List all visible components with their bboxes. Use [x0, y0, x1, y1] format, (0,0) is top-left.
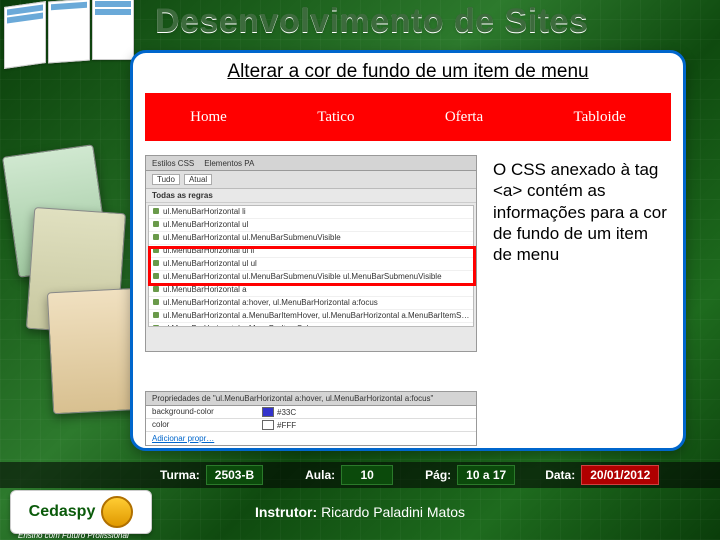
demo-menu-item: Oferta — [441, 109, 487, 126]
css-rule: ul.MenuBarHorizontal ul ul — [149, 258, 473, 271]
prop-val-bg: #33C — [277, 408, 296, 417]
panel-tab-elements: Elementos PA — [204, 159, 254, 168]
instructor-label: Instrutor: — [255, 504, 317, 520]
css-rule: ul.MenuBarHorizontal a:hover, ul.MenuBar… — [149, 297, 473, 310]
css-rule: ul.MenuBarHorizontal a.MenuBarItemSubmen… — [149, 323, 473, 327]
css-rule: ul.MenuBarHorizontal ul li — [149, 245, 473, 258]
demo-menu-bar: Home Tatico Oferta Tabloide — [145, 93, 671, 141]
prop-val-color: #FFF — [277, 421, 296, 430]
css-rule: ul.MenuBarHorizontal ul.MenuBarSubmenuVi… — [149, 271, 473, 284]
css-styles-panel: Estilos CSS Elementos PA Tudo Atual Toda… — [145, 155, 477, 352]
aula-label: Aula: — [305, 468, 335, 482]
instructor-line: Instrutor: Ricardo Paladini Matos — [0, 504, 720, 520]
data-value: 20/01/2012 — [581, 465, 659, 485]
css-properties-panel: Propriedades de "ul.MenuBarHorizontal a:… — [145, 391, 477, 446]
demo-menu-item: Tatico — [313, 109, 358, 126]
filter-current: Atual — [184, 174, 212, 185]
decorative-books — [0, 150, 130, 350]
content-box: Alterar a cor de fundo de um item de men… — [130, 50, 686, 451]
filter-all: Tudo — [152, 174, 180, 185]
panel-tab-css: Estilos CSS — [152, 159, 194, 168]
footer-bar: Turma: 2503-B Aula: 10 Pág: 10 a 17 Data… — [0, 462, 720, 488]
logo-tagline: Ensino com Futuro Profissional — [18, 531, 129, 540]
css-rules-list: ul.MenuBarHorizontal li ul.MenuBarHorizo… — [148, 205, 474, 327]
css-rule: ul.MenuBarHorizontal a — [149, 284, 473, 297]
instructor-name: Ricardo Paladini Matos — [321, 504, 465, 520]
swatch-icon — [262, 420, 274, 430]
css-rule: ul.MenuBarHorizontal li — [149, 206, 473, 219]
data-label: Data: — [545, 468, 575, 482]
turma-label: Turma: — [160, 468, 200, 482]
css-rule: ul.MenuBarHorizontal ul.MenuBarSubmenuVi… — [149, 232, 473, 245]
slide-title: Desenvolvimento de Sites — [155, 2, 588, 41]
slide-subtitle: Alterar a cor de fundo de um item de men… — [133, 53, 683, 87]
prop-key-bg: background-color — [152, 407, 262, 417]
add-property-link: Adicionar propr… — [146, 432, 476, 445]
css-rule: ul.MenuBarHorizontal ul — [149, 219, 473, 232]
pag-value: 10 a 17 — [457, 465, 515, 485]
props-title: Propriedades de "ul.MenuBarHorizontal a:… — [146, 392, 476, 406]
pag-label: Pág: — [425, 468, 451, 482]
demo-menu-item: Home — [186, 109, 231, 126]
demo-menu-item: Tabloide — [570, 109, 630, 126]
css-rule: ul.MenuBarHorizontal a.MenuBarItemHover,… — [149, 310, 473, 323]
explanation-text: O CSS anexado à tag <a> contém as inform… — [493, 159, 671, 265]
swatch-icon — [262, 407, 274, 417]
rules-heading: Todas as regras — [146, 189, 476, 203]
aula-value: 10 — [341, 465, 393, 485]
prop-key-color: color — [152, 420, 262, 430]
turma-value: 2503-B — [206, 465, 263, 485]
